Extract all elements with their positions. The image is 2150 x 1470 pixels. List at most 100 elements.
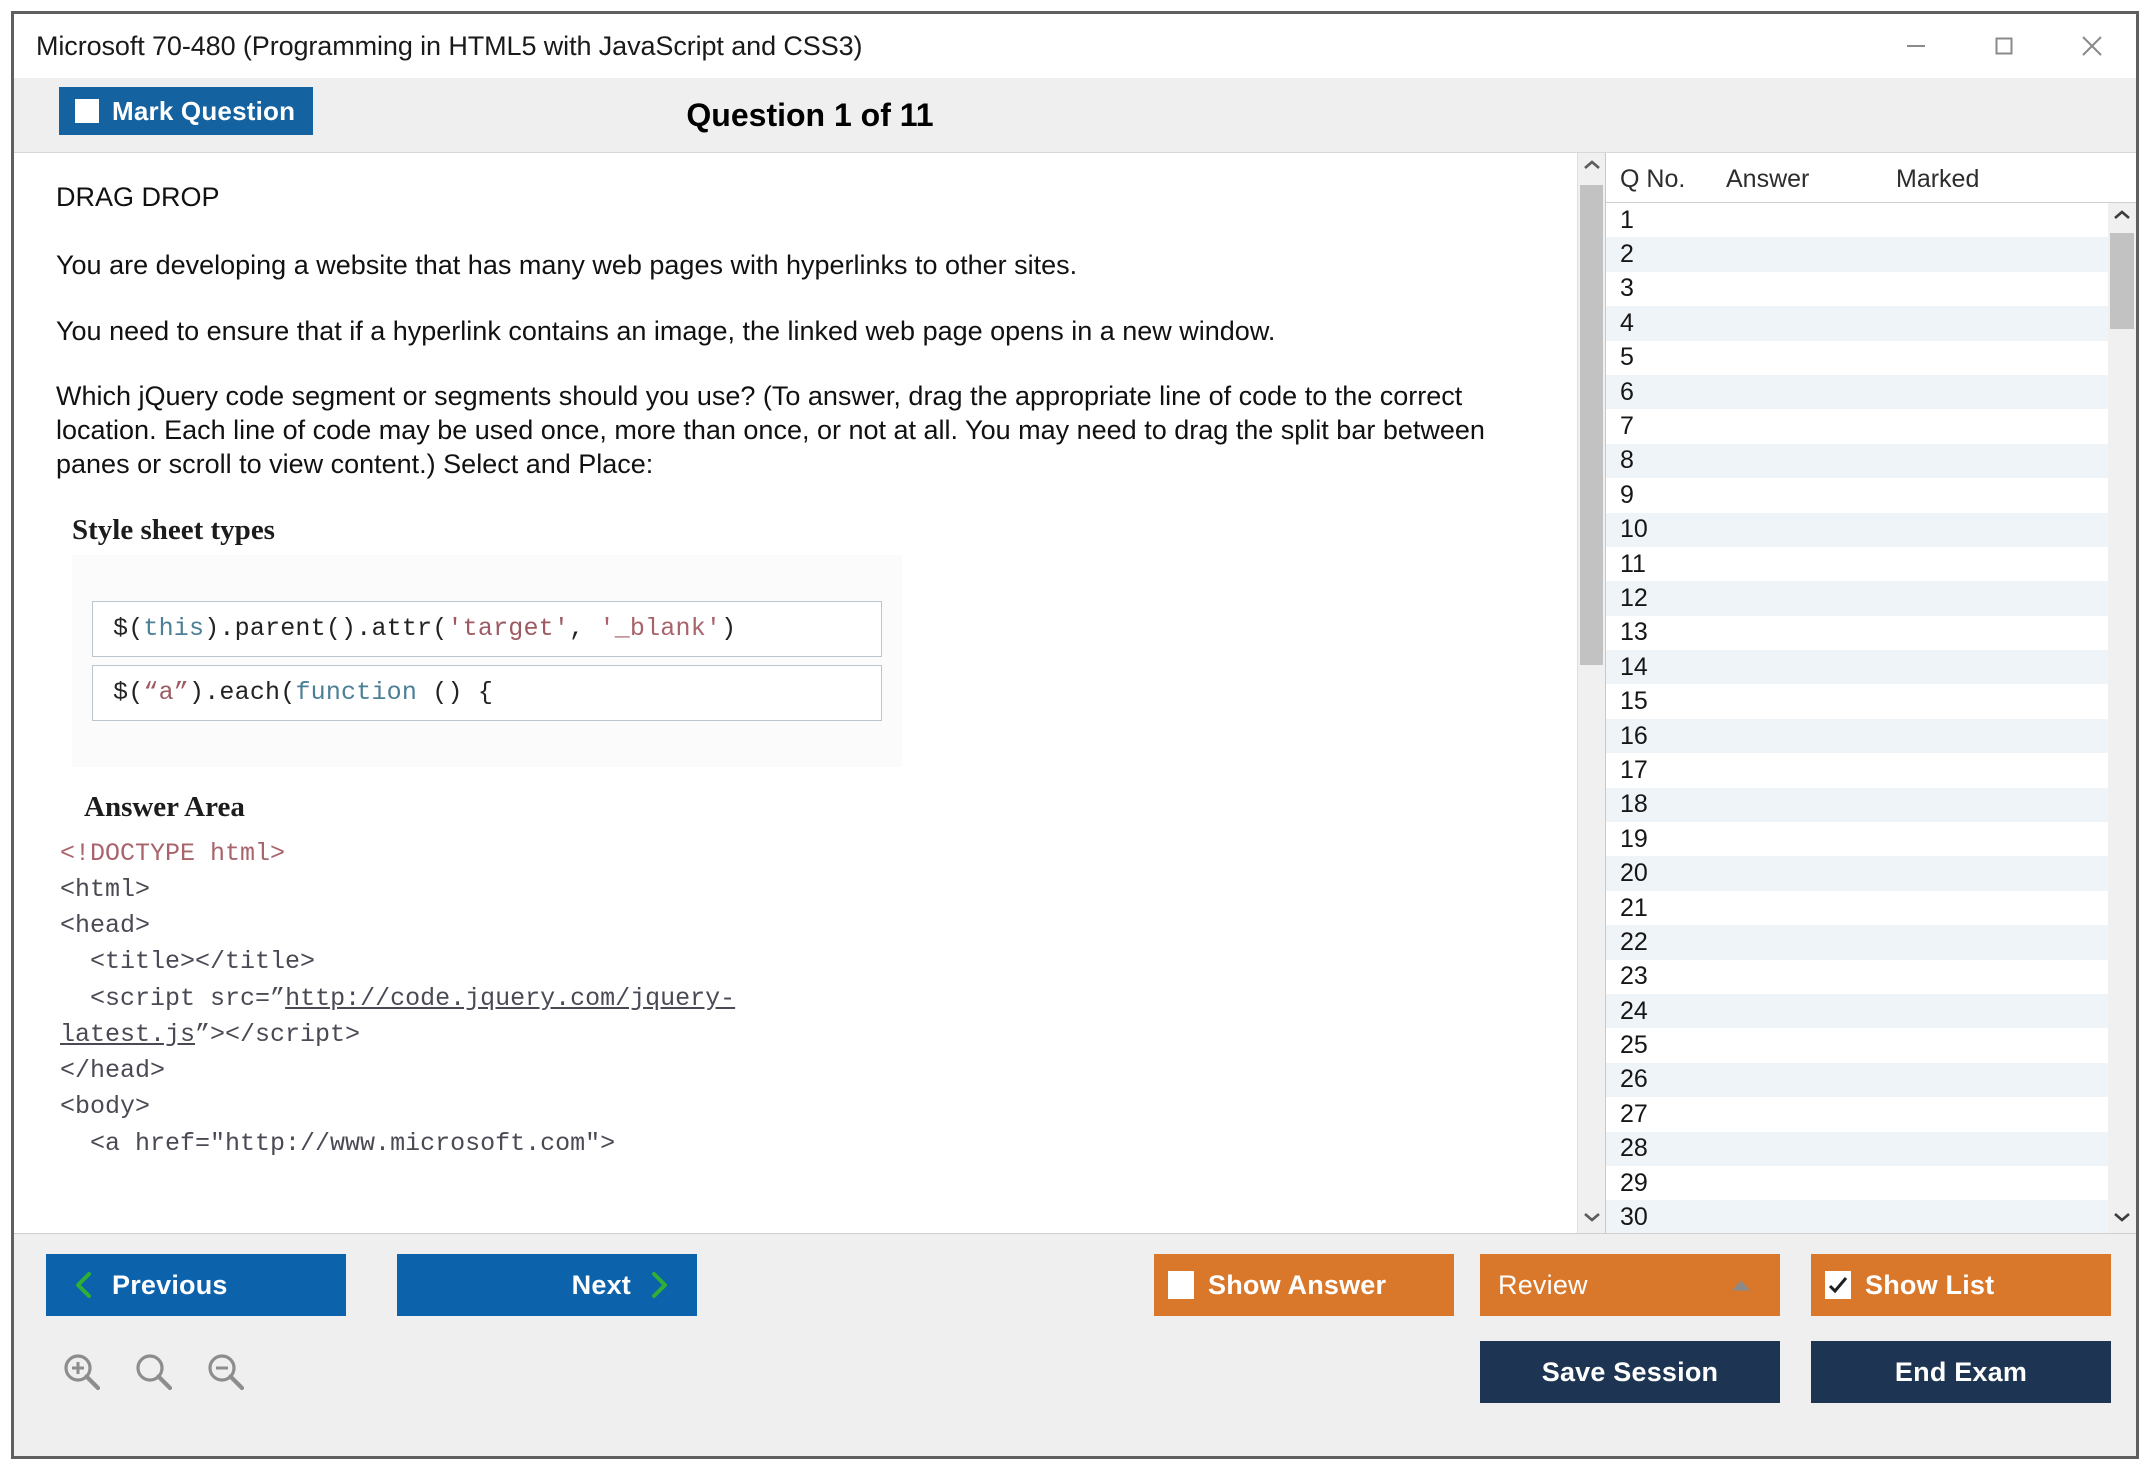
- question-list-row[interactable]: 2: [1606, 237, 2108, 272]
- row-question-number: 11: [1620, 549, 1646, 578]
- save-session-button[interactable]: Save Session: [1480, 1341, 1780, 1403]
- question-exhibit: Style sheet types $(this).parent().attr(…: [56, 514, 1565, 1162]
- mark-question-button[interactable]: Mark Question: [59, 87, 314, 135]
- scroll-up-button[interactable]: [1578, 153, 1605, 181]
- question-list-row[interactable]: 4: [1606, 306, 2108, 341]
- mark-question-checkbox-icon[interactable]: [75, 99, 99, 123]
- show-list-button[interactable]: Show List: [1811, 1254, 2111, 1316]
- zoom-in-icon[interactable]: [60, 1350, 104, 1399]
- scroll-down-button[interactable]: [1578, 1205, 1605, 1233]
- save-session-label: Save Session: [1541, 1356, 1719, 1387]
- zoom-out-icon[interactable]: [204, 1350, 248, 1399]
- row-question-number: 12: [1620, 583, 1648, 612]
- row-question-number: 27: [1620, 1099, 1648, 1128]
- question-list-row[interactable]: 23: [1606, 960, 2108, 994]
- content-scrollbar-thumb[interactable]: [1580, 185, 1603, 665]
- row-question-number: 13: [1620, 618, 1648, 647]
- page-title: Question 1 of 11: [686, 96, 934, 133]
- question-list-row[interactable]: 18: [1606, 787, 2108, 823]
- show-answer-checkbox-icon[interactable]: [1168, 1271, 1194, 1299]
- question-list-row[interactable]: 30: [1606, 1200, 2108, 1233]
- row-question-number: 2: [1620, 240, 1634, 269]
- question-list-row[interactable]: 26: [1606, 1062, 2108, 1098]
- show-answer-button[interactable]: Show Answer: [1154, 1254, 1454, 1316]
- answer-area-code: <!DOCTYPE html> <html> <head> <title></t…: [60, 838, 736, 1158]
- zoom-reset-icon[interactable]: [132, 1350, 176, 1399]
- chevron-left-icon: [74, 1270, 94, 1300]
- row-question-number: 18: [1620, 790, 1648, 819]
- drag-item[interactable]: $(“a”).each(function () {: [92, 664, 882, 721]
- question-list-row[interactable]: 25: [1606, 1028, 2108, 1062]
- maximize-button[interactable]: [1960, 14, 2048, 78]
- question-list-row[interactable]: 14: [1606, 650, 2108, 685]
- row-question-number: 8: [1620, 446, 1634, 475]
- chevron-down-icon: [2113, 1210, 2131, 1228]
- maximize-icon: [1991, 33, 2017, 59]
- question-type-label: DRAG DROP: [56, 182, 220, 212]
- row-question-number: 1: [1620, 205, 1634, 234]
- question-paragraph-2: You need to ensure that if a hyperlink c…: [56, 315, 1276, 346]
- exam-footer-toolbar: Previous Next Show Answer Review Show Li…: [14, 1233, 2136, 1456]
- exam-application-window: Microsoft 70-480 (Programming in HTML5 w…: [0, 0, 2150, 1470]
- answer-area-title: Answer Area: [84, 790, 245, 823]
- row-question-number: 19: [1620, 824, 1648, 853]
- question-list-scrollbar[interactable]: [2108, 203, 2136, 1233]
- question-list-row[interactable]: 13: [1606, 616, 2108, 650]
- question-list-row[interactable]: 19: [1606, 822, 2108, 856]
- question-list-row[interactable]: 28: [1606, 1131, 2108, 1166]
- end-exam-button[interactable]: End Exam: [1811, 1341, 2111, 1403]
- question-list-row[interactable]: 6: [1606, 374, 2108, 410]
- row-question-number: 22: [1620, 927, 1648, 956]
- chevron-up-icon: [1583, 158, 1601, 176]
- previous-button[interactable]: Previous: [46, 1254, 346, 1316]
- column-header-qno: Q No.: [1620, 165, 1686, 193]
- question-content: DRAG DROP You are developing a website t…: [14, 153, 1605, 1162]
- row-question-number: 3: [1620, 274, 1634, 303]
- window-frame: Microsoft 70-480 (Programming in HTML5 w…: [11, 11, 2139, 1459]
- question-list-row[interactable]: 22: [1606, 925, 2108, 960]
- list-scroll-down-button[interactable]: [2108, 1205, 2136, 1233]
- question-list-row[interactable]: 16: [1606, 718, 2108, 754]
- question-list-row[interactable]: 15: [1606, 684, 2108, 718]
- question-paragraph-1: You are developing a website that has ma…: [56, 249, 1078, 280]
- question-list-rows: 1 2 3 4 5 6 7 8 9 10 11 12 13 14 15 16 17 18 19 20 21 22 23 24 2…: [1606, 203, 2108, 1233]
- drag-item-code: $(“a”).each(function () {: [113, 678, 494, 707]
- question-list-row[interactable]: 29: [1606, 1166, 2108, 1200]
- close-icon: [2077, 31, 2107, 61]
- question-list-row[interactable]: 5: [1606, 341, 2108, 375]
- row-question-number: 24: [1620, 996, 1648, 1025]
- question-list-row[interactable]: 9: [1606, 478, 2108, 512]
- next-button[interactable]: Next: [397, 1254, 697, 1316]
- column-header-answer: Answer: [1726, 165, 1810, 193]
- list-scroll-up-button[interactable]: [2108, 203, 2136, 231]
- question-list-row[interactable]: 20: [1606, 856, 2108, 891]
- question-list-row[interactable]: 10: [1606, 512, 2108, 547]
- question-list-row[interactable]: 7: [1606, 409, 2108, 443]
- row-question-number: 26: [1620, 1065, 1648, 1094]
- question-list-row[interactable]: 3: [1606, 272, 2108, 306]
- question-list-row[interactable]: 8: [1606, 443, 2108, 479]
- drag-source-panel: $(this).parent().attr('target', '_blank'…: [72, 554, 902, 767]
- question-list-row[interactable]: 12: [1606, 581, 2108, 616]
- row-question-number: 23: [1620, 962, 1648, 991]
- close-button[interactable]: [2048, 14, 2136, 78]
- row-question-number: 15: [1620, 687, 1648, 716]
- row-question-number: 7: [1620, 412, 1634, 441]
- question-list-row[interactable]: 1: [1606, 203, 2108, 237]
- question-list-row[interactable]: 11: [1606, 547, 2108, 581]
- review-dropdown[interactable]: Review: [1480, 1254, 1780, 1316]
- drag-item[interactable]: $(this).parent().attr('target', '_blank'…: [92, 600, 882, 657]
- list-scrollbar-thumb[interactable]: [2110, 233, 2134, 329]
- chevron-up-icon: [2113, 208, 2131, 226]
- question-list-row[interactable]: 17: [1606, 753, 2108, 787]
- end-exam-label: End Exam: [1894, 1356, 2028, 1387]
- question-content-pane: DRAG DROP You are developing a website t…: [14, 153, 1605, 1233]
- show-list-checkbox-icon[interactable]: [1825, 1271, 1851, 1299]
- question-list-row[interactable]: 27: [1606, 1097, 2108, 1131]
- minimize-button[interactable]: [1872, 14, 1960, 78]
- title-bar: Microsoft 70-480 (Programming in HTML5 w…: [14, 14, 2136, 78]
- content-scrollbar[interactable]: [1577, 153, 1605, 1233]
- question-list-row[interactable]: 24: [1606, 993, 2108, 1029]
- question-list-row[interactable]: 21: [1606, 891, 2108, 925]
- chevron-down-icon: [1583, 1210, 1601, 1228]
